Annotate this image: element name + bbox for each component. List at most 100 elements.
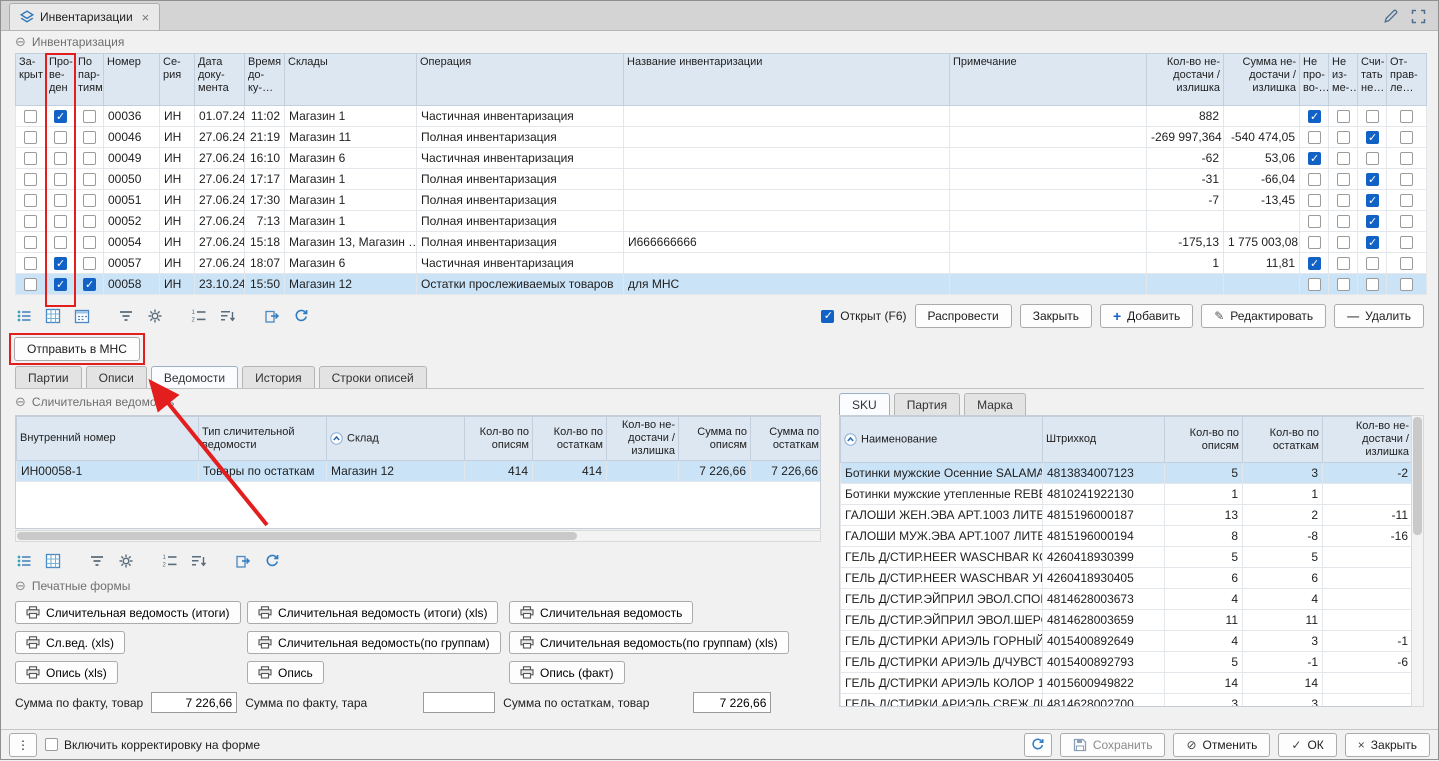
- print-form-button[interactable]: Сл.вед. (xls): [15, 631, 125, 654]
- checkbox[interactable]: [1400, 278, 1413, 291]
- column-header[interactable]: Про- ве- ден: [46, 54, 75, 106]
- inventory-row[interactable]: 00054ИН27.06.2415:18Магазин 13, Магазин …: [16, 232, 1427, 253]
- checkbox[interactable]: [1366, 110, 1379, 123]
- settings-icon[interactable]: [117, 552, 135, 570]
- print-form-button[interactable]: Сличительная ведомость (итоги) (xls): [247, 601, 498, 624]
- collapse-icon[interactable]: ⊖: [15, 34, 26, 50]
- sku-tab-1[interactable]: Партия: [894, 393, 960, 415]
- edit-pencil-icon[interactable]: [1383, 8, 1399, 24]
- checkbox[interactable]: [1366, 173, 1379, 186]
- print-form-button[interactable]: Сличительная ведомость(по группам): [247, 631, 501, 654]
- inventory-row[interactable]: 00051ИН27.06.2417:30Магазин 1Полная инве…: [16, 190, 1427, 211]
- column-header[interactable]: Сумма не- достачи / излишка: [1224, 54, 1300, 106]
- column-header[interactable]: От- прав- ле…: [1387, 54, 1427, 106]
- sku-row[interactable]: ГЕЛЬ Д/СТИРКИ АРИЭЛЬ ГОРНЫЙ Р…4015400892…: [841, 631, 1413, 652]
- collapse-icon[interactable]: ⊖: [15, 578, 26, 594]
- checkbox[interactable]: [83, 131, 96, 144]
- checkbox[interactable]: [821, 310, 834, 323]
- refresh-button[interactable]: [1024, 733, 1052, 757]
- column-header[interactable]: За- крыт: [16, 54, 46, 106]
- checkbox[interactable]: [83, 278, 96, 291]
- checkbox[interactable]: [1366, 236, 1379, 249]
- open-f6-checkbox[interactable]: Открыт (F6): [821, 309, 906, 323]
- column-header[interactable]: Сумма по описям: [679, 417, 751, 461]
- tab-inventarizacii[interactable]: Инвентаризации ×: [9, 3, 160, 30]
- checkbox[interactable]: [1366, 152, 1379, 165]
- column-header[interactable]: Кол-во не- достачи / излишка: [1147, 54, 1224, 106]
- sku-row[interactable]: ГЕЛЬ Д/СТИР.HEER WASCHBAR КОЛ…4260418930…: [841, 547, 1413, 568]
- checkbox[interactable]: [1308, 152, 1321, 165]
- table-view-icon[interactable]: [44, 307, 62, 325]
- horizontal-scrollbar[interactable]: [15, 530, 821, 542]
- column-header[interactable]: Не про- во-…: [1300, 54, 1329, 106]
- column-header[interactable]: По пар- тиям: [75, 54, 104, 106]
- checkbox[interactable]: [1308, 173, 1321, 186]
- column-header[interactable]: Название инвентаризации: [624, 54, 950, 106]
- checkbox[interactable]: [83, 215, 96, 228]
- column-header[interactable]: Тип сличительной ведомости: [199, 417, 327, 461]
- edit-button[interactable]: ✎Редактировать: [1201, 304, 1326, 328]
- checkbox[interactable]: [54, 236, 67, 249]
- list-view-icon[interactable]: [15, 307, 33, 325]
- stock-goods-input[interactable]: [693, 692, 771, 713]
- checkbox[interactable]: [83, 257, 96, 270]
- checkbox[interactable]: [1308, 110, 1321, 123]
- checkbox[interactable]: [1400, 236, 1413, 249]
- expand-icon[interactable]: [1411, 9, 1426, 24]
- checkbox[interactable]: [1366, 194, 1379, 207]
- print-form-button[interactable]: Опись (xls): [15, 661, 118, 684]
- column-header[interactable]: Счи- тать не…: [1358, 54, 1387, 106]
- sku-row[interactable]: ГАЛОШИ МУЖ.ЭВА АРТ.1007 ЛИТЕКС4815196000…: [841, 526, 1413, 547]
- calendar-view-icon[interactable]: [73, 307, 91, 325]
- fact-tare-input[interactable]: [423, 692, 495, 713]
- checkbox[interactable]: [24, 131, 37, 144]
- sku-row[interactable]: ГЕЛЬ Д/СТИРКИ АРИЭЛЬ КОЛОР 15…4015600949…: [841, 673, 1413, 694]
- export-icon[interactable]: [263, 307, 281, 325]
- inventory-row[interactable]: 00036ИН01.07.2411:02Магазин 1Частичная и…: [16, 106, 1427, 127]
- settings-icon[interactable]: [146, 307, 164, 325]
- checkbox[interactable]: [24, 194, 37, 207]
- sku-row[interactable]: ГЕЛЬ Д/СТИР.ЭЙПРИЛ ЭВОЛ.СПОРТ…4814628003…: [841, 589, 1413, 610]
- checkbox[interactable]: [1308, 257, 1321, 270]
- export-icon[interactable]: [234, 552, 252, 570]
- checkbox[interactable]: [83, 110, 96, 123]
- close-document-button[interactable]: Закрыть: [1020, 304, 1092, 328]
- column-header[interactable]: Номер: [104, 54, 160, 106]
- correction-checkbox[interactable]: Включить корректировку на форме: [45, 738, 260, 752]
- refresh-icon[interactable]: [263, 552, 281, 570]
- checkbox[interactable]: [1400, 215, 1413, 228]
- checkbox[interactable]: [1400, 110, 1413, 123]
- print-form-button[interactable]: Опись (факт): [509, 661, 625, 684]
- sku-row[interactable]: ГАЛОШИ ЖЕН.ЭВА АРТ.1003 ЛИТЕКС4815196000…: [841, 505, 1413, 526]
- checkbox[interactable]: [1308, 194, 1321, 207]
- filter-icon[interactable]: [88, 552, 106, 570]
- send-to-mns-button[interactable]: Отправить в МНС: [14, 337, 140, 361]
- ok-button[interactable]: ✓ОК: [1278, 733, 1336, 757]
- checkbox[interactable]: [45, 738, 58, 751]
- sku-row[interactable]: Ботинки мужские утепленные REBE…48102419…: [841, 484, 1413, 505]
- add-button[interactable]: +Добавить: [1100, 304, 1193, 328]
- scrollbar-thumb[interactable]: [17, 532, 577, 540]
- sku-tab-2[interactable]: Марка: [964, 393, 1026, 415]
- column-header[interactable]: Наименование: [841, 417, 1043, 463]
- checkbox[interactable]: [24, 110, 37, 123]
- inventory-row[interactable]: 00057ИН27.06.2418:07Магазин 6Частичная и…: [16, 253, 1427, 274]
- checkbox[interactable]: [1337, 278, 1350, 291]
- checkbox[interactable]: [1366, 257, 1379, 270]
- column-header[interactable]: Кол-во по описям: [465, 417, 533, 461]
- table-view-icon[interactable]: [44, 552, 62, 570]
- checkbox[interactable]: [24, 278, 37, 291]
- checkbox[interactable]: [1400, 257, 1413, 270]
- column-header[interactable]: Кол-во по описям: [1165, 417, 1243, 463]
- sku-row[interactable]: ГЕЛЬ Д/СТИРКИ АРИЭЛЬ СВЕЖ.ЛЕН…4814628002…: [841, 694, 1413, 708]
- checkbox[interactable]: [1400, 173, 1413, 186]
- checkbox[interactable]: [83, 236, 96, 249]
- checkbox[interactable]: [83, 152, 96, 165]
- inventory-row[interactable]: 00049ИН27.06.2416:10Магазин 6Частичная и…: [16, 148, 1427, 169]
- column-header[interactable]: Время до- ку-…: [245, 54, 285, 106]
- checkbox[interactable]: [1400, 131, 1413, 144]
- checkbox[interactable]: [24, 152, 37, 165]
- column-header[interactable]: Кол-во не- достачи / излишка: [607, 417, 679, 461]
- unpost-button[interactable]: Распровести: [915, 304, 1012, 328]
- column-header[interactable]: Сумма по остаткам: [751, 417, 822, 461]
